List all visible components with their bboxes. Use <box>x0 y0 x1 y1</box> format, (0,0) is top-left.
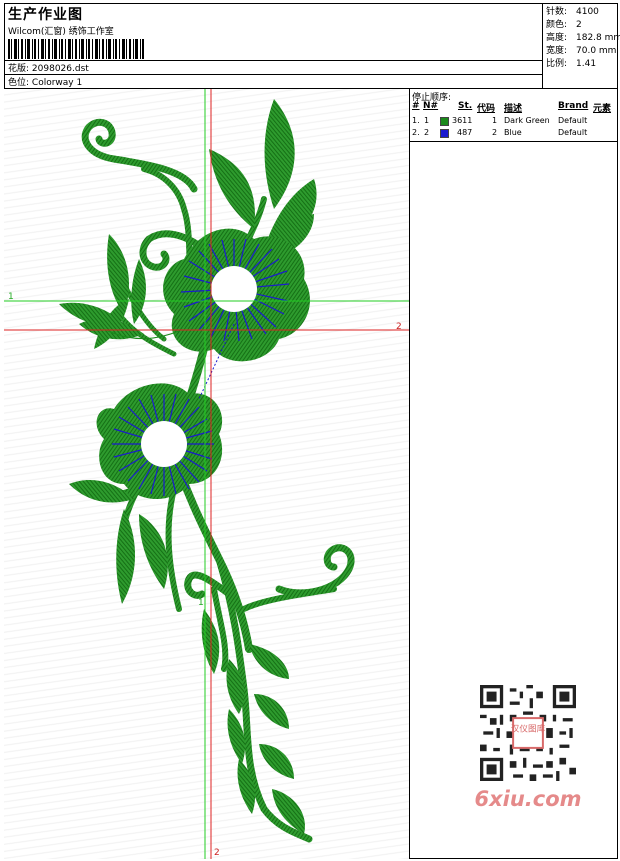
sheet-title: 生产作业图 <box>8 7 83 23</box>
studio-name: Wilcom(汇窗) 绣饰工作室 <box>8 27 114 37</box>
col-header-desc: 描述 <box>504 104 523 114</box>
axis-label-green-h: 1 <box>8 292 14 302</box>
design-canvas[interactable]: 1 2 1 2 <box>4 89 410 859</box>
watermark: 汉仪图库 6xiu.com <box>470 681 586 817</box>
design-value: 2098026.dst <box>31 64 89 74</box>
stop-row[interactable]: 2. 2 487 2 Blue Default <box>410 128 618 140</box>
col-header-st: St. <box>458 101 473 111</box>
sheet-header: 生产作业图 Wilcom(汇窗) 绣饰工作室 花版: 2098026.dst 色… <box>4 3 620 89</box>
color-swatch <box>440 129 449 138</box>
design-info: 花版: 2098026.dst <box>8 61 89 74</box>
col-header-brand: Brand <box>558 101 589 111</box>
axis-label-red-h: 2 <box>396 322 402 332</box>
header-divider <box>4 74 542 75</box>
stat-colors: 颜色: 2 <box>546 20 582 30</box>
color-swatch <box>440 117 449 126</box>
col-header-num: # <box>412 101 420 111</box>
col-header-n: N# <box>423 101 439 111</box>
stop-sequence-panel: 停止顺序: # N# St. 代码 描述 Brand 元素 1. 1 3611 … <box>410 89 618 142</box>
stat-stitches: 针数: 4100 <box>546 7 599 17</box>
qr-badge-text: 汉仪图库 <box>511 722 546 734</box>
stat-height: 高度: 182.8 mm <box>546 33 620 43</box>
col-header-code: 代码 <box>477 104 496 114</box>
flower-upper <box>163 228 310 362</box>
stats-panel: 针数: 4100 颜色: 2 高度: 182.8 mm 宽度: 70.0 mm 比例: 1… <box>542 3 620 89</box>
barcode-icon <box>8 39 144 59</box>
axis-label-green-v: 1 <box>198 598 204 608</box>
stat-width: 宽度: 70.0 mm <box>546 46 617 56</box>
colorway-info: 色位: Colorway 1 <box>8 75 82 88</box>
embroidery-design: 1 2 1 2 <box>4 89 409 859</box>
watermark-text: 6xiu.com <box>474 787 582 811</box>
flower-lower <box>96 383 223 499</box>
design-label: 花版: <box>8 64 30 74</box>
colorway-label: 色位: <box>8 78 30 88</box>
qr-code-icon: 汉仪图库 <box>480 685 576 781</box>
stat-scale: 比例: 1.41 <box>546 59 597 69</box>
col-header-elem: 元素 <box>593 104 612 114</box>
colorway-value: Colorway 1 <box>31 78 83 88</box>
stop-row[interactable]: 1. 1 3611 1 Dark Green Default <box>410 116 618 128</box>
axis-label-red-v: 2 <box>214 848 220 858</box>
